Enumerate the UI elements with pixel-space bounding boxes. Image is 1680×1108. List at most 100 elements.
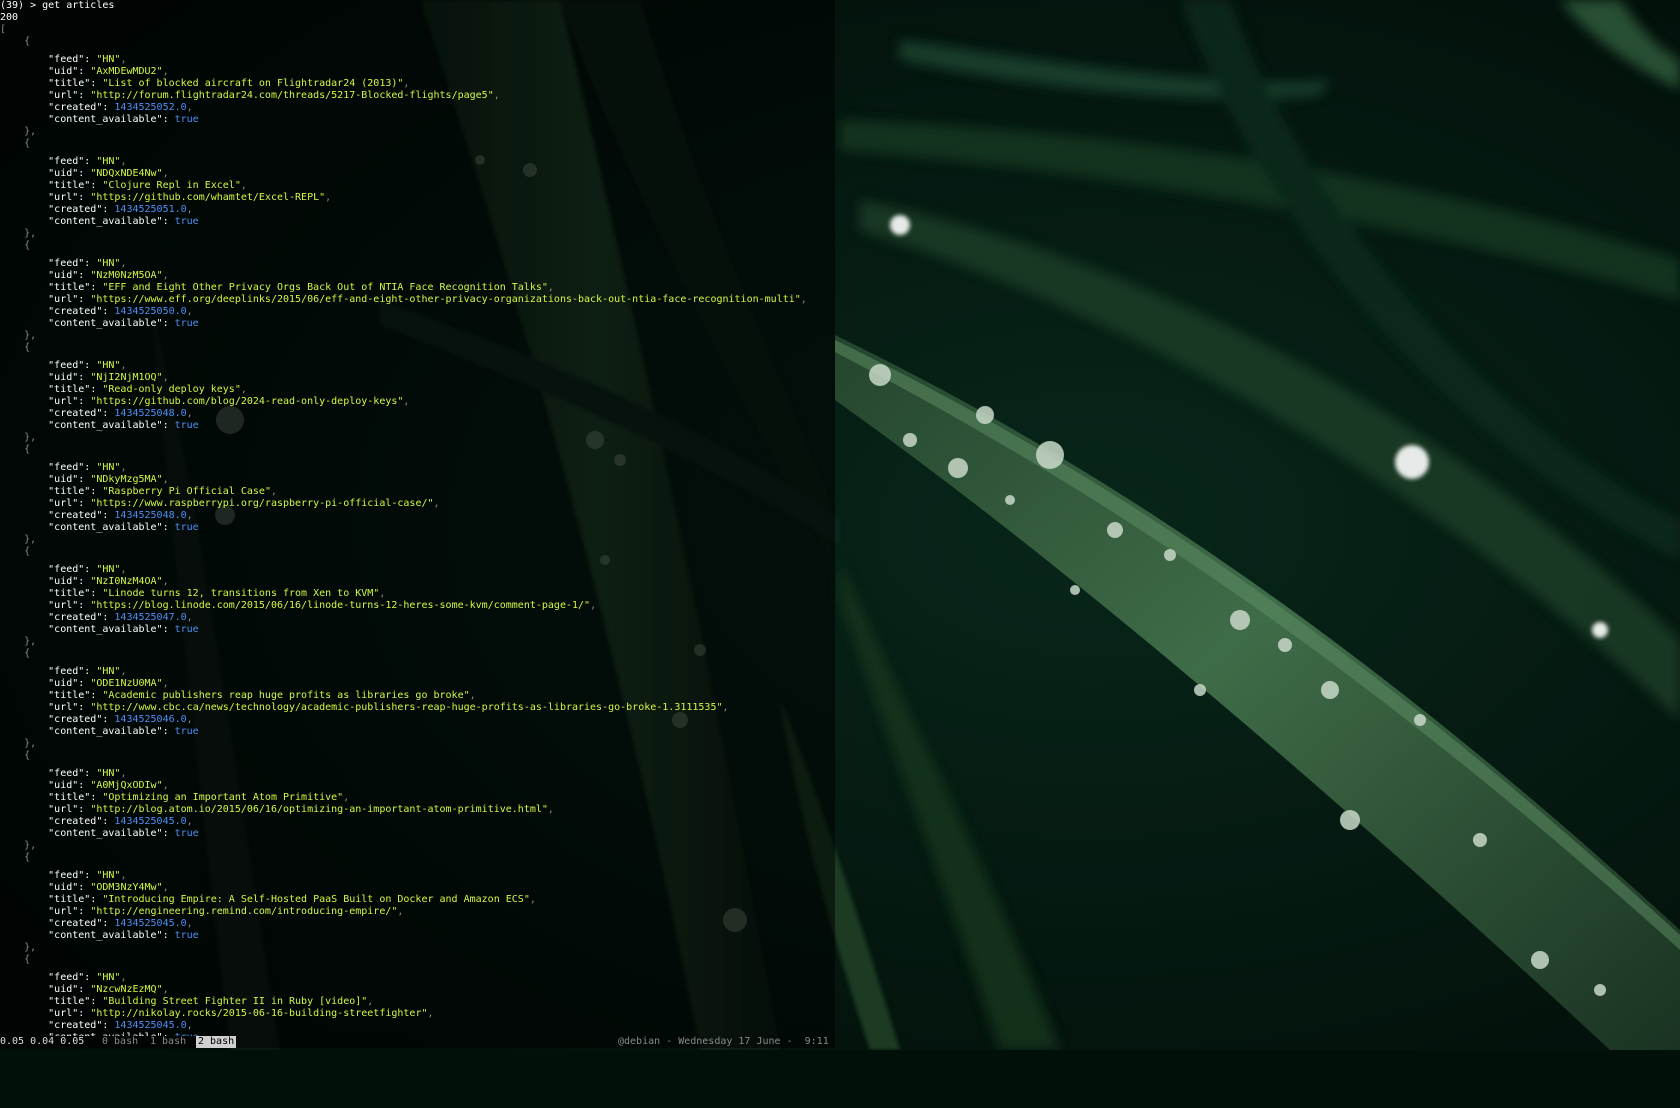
json-key: "feed"	[0, 666, 85, 677]
json-value-created: 1434525045.0	[114, 918, 187, 929]
json-key: "url"	[0, 702, 79, 713]
json-value-url: https://github.com/blog/2024-read-only-d…	[96, 396, 398, 407]
json-field-title: "title": "Clojure Repl in Excel",	[0, 180, 247, 191]
tmux-window-0[interactable]: 0 bash	[102, 1036, 138, 1048]
json-field-created: "created": 1434525048.0,	[0, 408, 193, 419]
json-value-uid: NjI2NjM1OQ	[96, 372, 157, 383]
json-key: "url"	[0, 906, 79, 917]
json-key: "url"	[0, 90, 79, 101]
json-key: "content_available"	[0, 624, 163, 635]
json-object-close: },	[0, 432, 37, 443]
json-object-close: },	[0, 228, 37, 239]
json-value-title: Building Street Fighter II in Ruby [vide…	[108, 996, 362, 1007]
json-field-feed: "feed": "HN",	[0, 666, 127, 677]
json-field-content_available: "content_available": true	[0, 726, 199, 737]
json-key: "feed"	[0, 156, 85, 167]
status-line: 200	[0, 12, 18, 24]
json-value-created: 1434525045.0	[114, 816, 187, 827]
json-field-url: "url": "http://forum.flightradar24.com/t…	[0, 90, 500, 101]
tmux-window-2[interactable]: 2 bash	[196, 1036, 237, 1048]
json-field-feed: "feed": "HN",	[0, 768, 127, 779]
json-value-created: 1434525048.0	[114, 408, 187, 419]
json-value-feed: HN	[102, 972, 115, 983]
json-key: "created"	[0, 204, 103, 215]
json-value-title: Linode turns 12, transitions from Xen to…	[108, 588, 374, 599]
json-value-content_available: true	[174, 114, 199, 125]
json-field-content_available: "content_available": true	[0, 624, 199, 635]
json-object-close: },	[0, 330, 37, 341]
json-object-open: {	[0, 240, 31, 251]
json-value-feed: HN	[102, 258, 115, 269]
json-value-created: 1434525048.0	[114, 510, 187, 521]
json-key: "url"	[0, 192, 79, 203]
json-field-created: "created": 1434525048.0,	[0, 510, 193, 521]
json-key: "created"	[0, 612, 103, 623]
json-value-feed: HN	[102, 564, 115, 575]
json-key: "feed"	[0, 258, 85, 269]
json-value-content_available: true	[174, 624, 199, 635]
json-field-url: "url": "https://github.com/whamtet/Excel…	[0, 192, 332, 203]
json-field-content_available: "content_available": true	[0, 114, 199, 125]
json-object-close: },	[0, 126, 37, 137]
json-value-uid: NzcwNzEzMQ	[96, 984, 157, 995]
json-field-created: "created": 1434525045.0,	[0, 918, 193, 929]
json-value-url: https://github.com/whamtet/Excel-REPL	[96, 192, 320, 203]
json-key: "url"	[0, 600, 79, 611]
json-value-created: 1434525046.0	[114, 714, 187, 725]
json-key: "title"	[0, 180, 91, 191]
load-average: 0.05 0.04 0.05	[0, 1036, 85, 1047]
json-key: "title"	[0, 486, 91, 497]
json-value-feed: HN	[102, 156, 115, 167]
json-key: "title"	[0, 894, 91, 905]
json-value-uid: NDkyMzg5MA	[96, 474, 157, 485]
json-key: "created"	[0, 102, 103, 113]
json-field-uid: "uid": "NDQxNDE4Nw",	[0, 168, 169, 179]
command-prompt: (39) > get articles	[0, 0, 115, 11]
json-field-content_available: "content_available": true	[0, 420, 199, 431]
json-field-uid: "uid": "NDkyMzg5MA",	[0, 474, 169, 485]
terminal-pane[interactable]: (39) > get articles 200[ { "feed": "HN", …	[0, 0, 835, 1036]
json-object-open: {	[0, 36, 31, 47]
json-key: "content_available"	[0, 726, 163, 737]
json-field-title: "title": "Read-only deploy keys",	[0, 384, 247, 395]
json-object-open: {	[0, 138, 31, 149]
json-key: "created"	[0, 1020, 103, 1031]
json-value-uid: ODM3NzY4Mw	[96, 882, 157, 893]
json-value-content_available: true	[174, 318, 199, 329]
json-key: "content_available"	[0, 930, 163, 941]
json-key: "url"	[0, 804, 79, 815]
json-value-url: http://nikolay.rocks/2015-06-16-building…	[96, 1008, 422, 1019]
json-field-title: "title": "Introducing Empire: A Self-Hos…	[0, 894, 536, 905]
json-field-content_available: "content_available": true	[0, 318, 199, 329]
json-value-created: 1434525051.0	[114, 204, 187, 215]
json-field-uid: "uid": "NzI0NzM4OA",	[0, 576, 169, 587]
json-key: "created"	[0, 816, 103, 827]
json-field-created: "created": 1434525046.0,	[0, 714, 193, 725]
json-value-url: https://blog.linode.com/2015/06/16/linod…	[96, 600, 585, 611]
json-key: "feed"	[0, 768, 85, 779]
json-key: "url"	[0, 498, 79, 509]
json-key: "content_available"	[0, 522, 163, 533]
json-value-content_available: true	[174, 216, 199, 227]
json-field-feed: "feed": "HN",	[0, 258, 127, 269]
json-key: "title"	[0, 792, 91, 803]
json-key: "title"	[0, 996, 91, 1007]
json-value-created: 1434525045.0	[114, 1020, 187, 1031]
json-field-created: "created": 1434525051.0,	[0, 204, 193, 215]
json-field-content_available: "content_available": true	[0, 522, 199, 533]
json-value-title: Introducing Empire: A Self-Hosted PaaS B…	[108, 894, 524, 905]
tmux-window-1[interactable]: 1 bash	[150, 1036, 186, 1048]
json-key: "uid"	[0, 270, 79, 281]
json-value-uid: AxMDEwMDU2	[96, 66, 157, 77]
json-field-feed: "feed": "HN",	[0, 870, 127, 881]
json-object-close: },	[0, 840, 37, 851]
json-key: "uid"	[0, 984, 79, 995]
json-field-url: "url": "https://blog.linode.com/2015/06/…	[0, 600, 597, 611]
json-key: "content_available"	[0, 828, 163, 839]
json-object-open: {	[0, 954, 31, 965]
json-field-uid: "uid": "NzM0NzM5OA",	[0, 270, 169, 281]
json-field-feed: "feed": "HN",	[0, 54, 127, 65]
json-field-feed: "feed": "HN",	[0, 972, 127, 983]
json-key: "feed"	[0, 54, 85, 65]
json-value-uid: NDQxNDE4Nw	[96, 168, 157, 179]
